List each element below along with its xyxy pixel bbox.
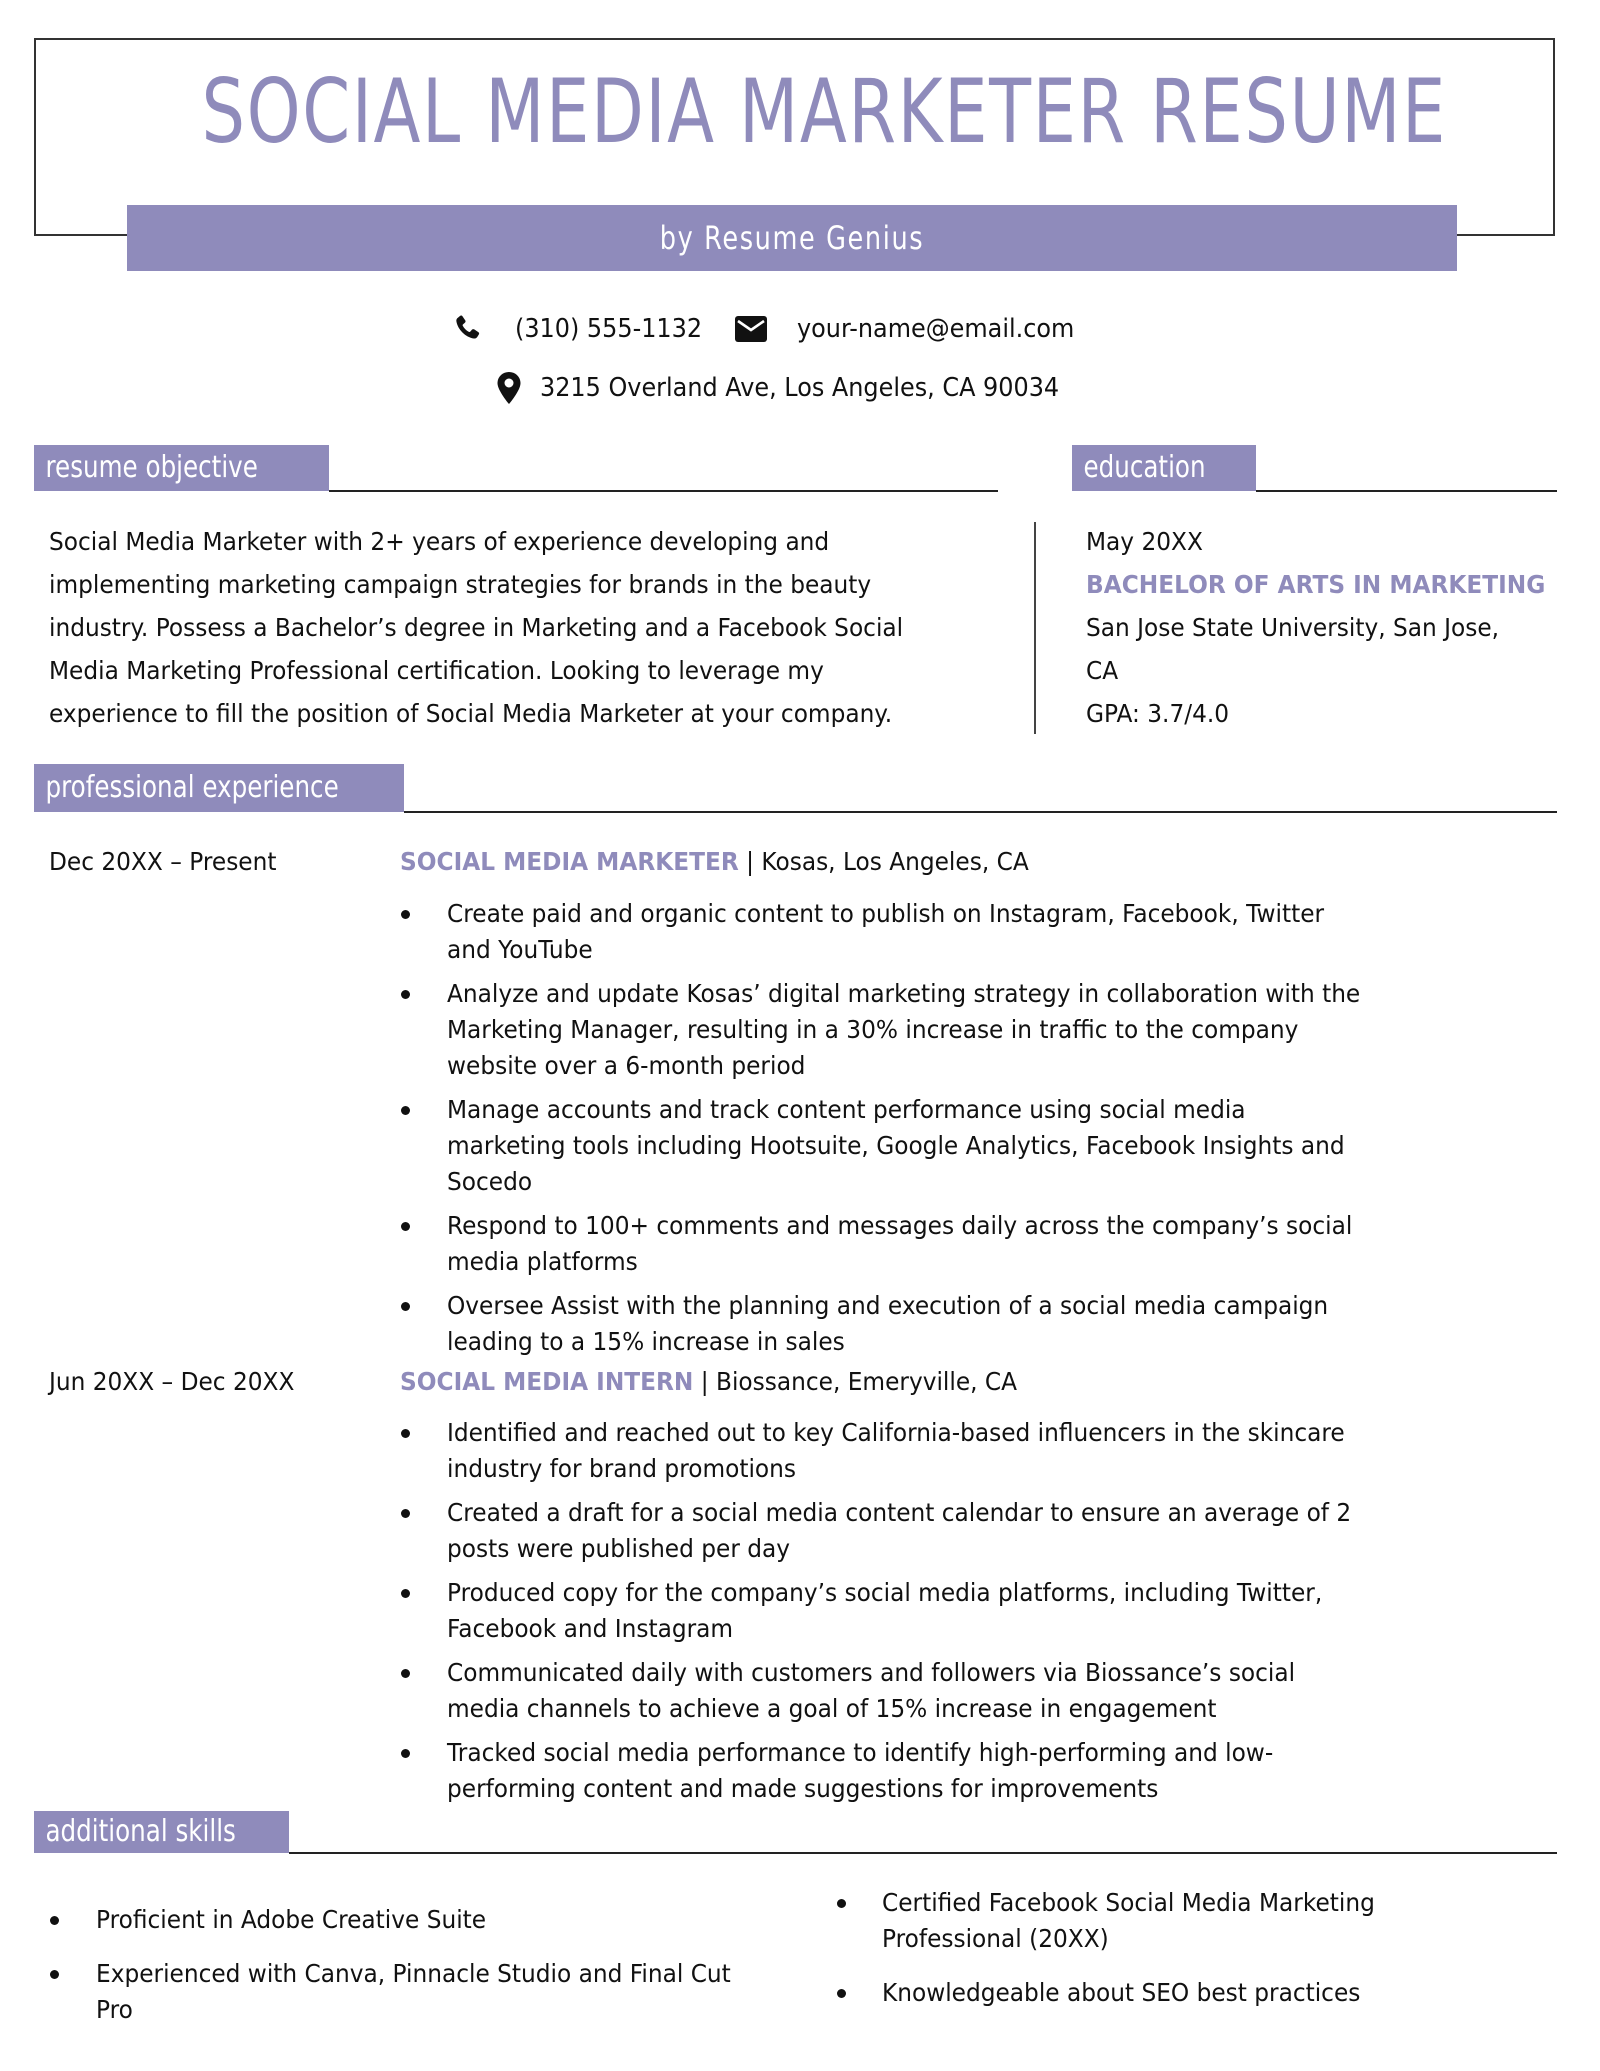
bullet-icon [837, 1899, 846, 1908]
job-separator: | [738, 847, 762, 876]
education-heading: education [1083, 450, 1206, 485]
map-pin-icon [497, 372, 521, 404]
job-title: SOCIAL MEDIA MARKETER [400, 847, 739, 876]
education-date: May 20XX [1086, 527, 1203, 556]
bullet-text: Oversee Assist with the planning and exe… [447, 1288, 1328, 1360]
bullet-line: Communicated daily with customers and fo… [447, 1658, 1296, 1687]
skills-heading: additional skills [45, 1814, 236, 1849]
bullet-icon [401, 1302, 410, 1311]
bullet-line: performing content and made suggestions … [447, 1774, 1159, 1803]
bullet-line: Socedo [447, 1167, 533, 1196]
job-title: SOCIAL MEDIA INTERN [400, 1367, 694, 1396]
bullet-icon [401, 1429, 410, 1438]
bullet-line: Analyze and update Kosas’ digital market… [447, 979, 1361, 1008]
bullet-icon [401, 1509, 410, 1518]
bullet-icon [50, 1970, 59, 1979]
bullet-text: Respond to 100+ comments and messages da… [447, 1208, 1352, 1280]
objective-line: Media Marketing Professional certificati… [49, 656, 824, 685]
objective-paragraph: Social Media Marketer with 2+ years of e… [49, 520, 967, 735]
bullet-icon [837, 1989, 846, 1998]
bullet-text: Certified Facebook Social Media Marketin… [882, 1885, 1375, 1957]
bullet-line: media channels to achieve a goal of 15% … [447, 1694, 1217, 1723]
bullet-line: Tracked social media performance to iden… [447, 1738, 1274, 1767]
bullet-line: Oversee Assist with the planning and exe… [447, 1291, 1329, 1320]
skills-heading-box: additional skills [34, 1811, 289, 1853]
bullet-icon [401, 1669, 410, 1678]
education-gpa: GPA: 3.7/4.0 [1086, 699, 1230, 728]
bullet-icon [401, 910, 410, 919]
bullet-icon [50, 1916, 59, 1925]
job-heading: SOCIAL MEDIA MARKETER | Kosas, Los Angel… [400, 842, 1029, 882]
bullet-text: Proficient in Adobe Creative Suite [96, 1902, 486, 1938]
job-separator: | [693, 1367, 717, 1396]
bullet-icon [401, 1589, 410, 1598]
bullet-line: and YouTube [447, 935, 593, 964]
street-address: 3215 Overland Ave, Los Angeles, CA 90034 [540, 373, 1060, 403]
phone-icon [452, 313, 482, 343]
bullet-line: Marketing Manager, resulting in a 30% in… [447, 1015, 1299, 1044]
bullet-line: Manage accounts and track content perfor… [447, 1095, 1246, 1124]
bullet-icon [401, 1749, 410, 1758]
bullet-text: Experienced with Canva, Pinnacle Studio … [96, 1956, 731, 2028]
phone-number[interactable]: (310) 555-1132 [515, 312, 702, 346]
experience-rule [404, 811, 1557, 813]
email-address[interactable]: your-name@email.com [797, 312, 1074, 346]
experience-heading-box: professional experience [34, 764, 404, 812]
objective-line: industry. Possess a Bachelor’s degree in… [49, 613, 904, 642]
byline: by Resume Genius [659, 219, 925, 257]
bullet-text: Produced copy for the company’s social m… [447, 1575, 1322, 1647]
bullet-line: posts were published per day [447, 1534, 791, 1563]
education-rule [1256, 490, 1557, 492]
bullet-line: Produced copy for the company’s social m… [447, 1578, 1323, 1607]
experience-heading: professional experience [45, 770, 339, 805]
skills-rule [289, 1852, 1557, 1854]
bullet-text: Created a draft for a social media conte… [447, 1495, 1351, 1567]
bullet-line: website over a 6-month period [447, 1051, 806, 1080]
bullet-line: Create paid and organic content to publi… [447, 899, 1325, 928]
resume-title: SOCIAL MEDIA MARKETER RESUME [201, 60, 1447, 163]
education-degree: BACHELOR OF ARTS IN MARKETING [1086, 570, 1546, 599]
bullet-line: Respond to 100+ comments and messages da… [447, 1211, 1353, 1240]
bullet-line: industry for brand promotions [447, 1454, 796, 1483]
bullet-line: Facebook and Instagram [447, 1614, 734, 1643]
bullet-text: Tracked social media performance to iden… [447, 1735, 1273, 1807]
bullet-line: media platforms [447, 1247, 638, 1276]
job-dates: Jun 20XX – Dec 20XX [49, 1367, 295, 1396]
objective-heading-box: resume objective [34, 445, 329, 491]
education-school: San Jose State University, San Jose, [1086, 613, 1500, 642]
bullet-icon [401, 1222, 410, 1231]
bullet-text: Analyze and update Kosas’ digital market… [447, 976, 1360, 1084]
education-heading-box: education [1072, 445, 1256, 491]
bullet-text: Manage accounts and track content perfor… [447, 1092, 1345, 1200]
bullet-icon [401, 990, 410, 999]
bullet-text: Knowledgeable about SEO best practices [882, 1975, 1360, 2011]
column-divider [1034, 522, 1036, 734]
bullet-line: Certified Facebook Social Media Marketin… [882, 1888, 1375, 1917]
education-entry: May 20XX BACHELOR OF ARTS IN MARKETING S… [1086, 520, 1580, 735]
bullet-line: leading to a 15% increase in sales [447, 1327, 845, 1356]
bullet-line: Pro [96, 1995, 133, 2024]
job-heading: SOCIAL MEDIA INTERN | Biossance, Emeryvi… [400, 1362, 1017, 1402]
bullet-line: Experienced with Canva, Pinnacle Studio … [96, 1959, 731, 1988]
bullet-line: Knowledgeable about SEO best practices [882, 1978, 1361, 2007]
objective-line: implementing marketing campaign strategi… [49, 570, 872, 599]
bullet-text: Communicated daily with customers and fo… [447, 1655, 1295, 1727]
bullet-line: Proficient in Adobe Creative Suite [96, 1905, 487, 1934]
bullet-text: Create paid and organic content to publi… [447, 896, 1324, 968]
job-company: Kosas, Los Angeles, CA [761, 847, 1029, 876]
job-dates: Dec 20XX – Present [49, 847, 277, 876]
objective-line: Social Media Marketer with 2+ years of e… [49, 527, 830, 556]
objective-heading: resume objective [45, 450, 258, 485]
job-company: Biossance, Emeryville, CA [716, 1367, 1018, 1396]
bullet-line: Identified and reached out to key Califo… [447, 1418, 1345, 1447]
envelope-icon [735, 316, 767, 342]
bullet-icon [401, 1106, 410, 1115]
bullet-line: Created a draft for a social media conte… [447, 1498, 1352, 1527]
objective-line: experience to fill the position of Socia… [49, 699, 893, 728]
bullet-line: Professional (20XX) [882, 1924, 1109, 1953]
education-school-state: CA [1086, 656, 1119, 685]
bullet-text: Identified and reached out to key Califo… [447, 1415, 1345, 1487]
bullet-line: marketing tools including Hootsuite, Goo… [447, 1131, 1345, 1160]
objective-rule [329, 490, 998, 492]
